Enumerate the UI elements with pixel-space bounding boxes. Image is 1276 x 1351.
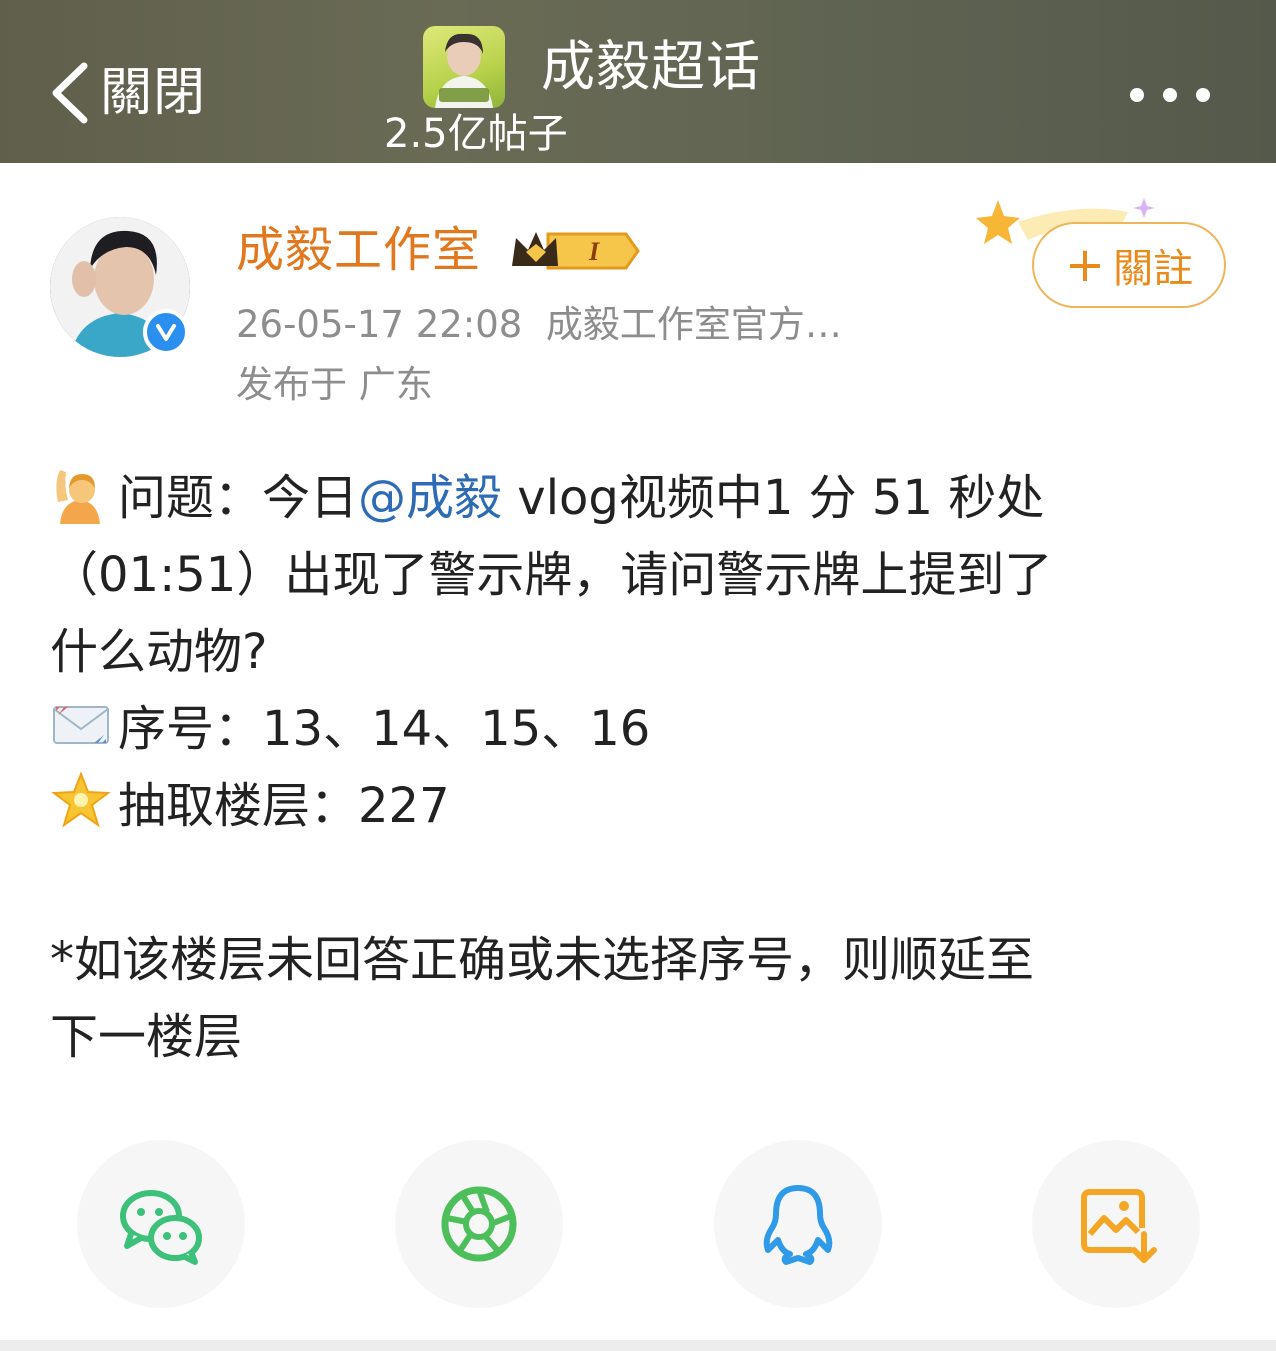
close-label: 關閉 [100,63,207,123]
numbers-text: 序号：13、14、15、16 [118,701,651,757]
save-image-button[interactable] [1032,1140,1200,1308]
post-time: 26-05-17 22:08 [236,303,523,346]
more-dots-icon [1130,88,1144,102]
post-body: 问题：今日@成毅 vlog视频中1 分 51 秒处 （01:51）出现了警示牌，… [50,460,1230,1076]
share-wechat-button[interactable] [77,1140,245,1308]
post-meta: 26-05-17 22:08 成毅工作室官方… [236,300,842,350]
moments-icon [441,1186,517,1262]
follow-button[interactable]: + 關註 [1032,222,1226,308]
topic-title: 成毅超话 [541,35,761,98]
verified-check-icon [143,309,189,355]
star-emoji [51,771,111,828]
crown-badge-icon: I [512,232,640,270]
post-line-floor: 抽取楼层：227 [50,768,1230,845]
post-line-note-2: 下一楼层 [50,1009,243,1065]
save-image-icon [1081,1189,1157,1263]
topic-cover-art [435,33,493,108]
share-qq-button[interactable] [714,1140,882,1308]
post-line-3: 什么动物? [50,624,268,680]
post-source: 成毅工作室官方… [545,303,842,346]
close-button[interactable]: 關閉 [44,58,206,128]
follow-label: 關註 [1113,246,1194,292]
envelope-emoji [53,706,109,744]
post-line-2: （01:51）出现了警示牌，请问警示牌上提到了 [50,547,1053,603]
wechat-icon [120,1190,202,1265]
question-suffix: vlog视频中1 分 51 秒处 [502,470,1045,526]
chevron-left-icon [52,62,88,124]
post-line-question: 问题：今日@成毅 vlog视频中1 分 51 秒处 [50,460,1230,537]
question-prefix: 问题：今日 [118,470,359,526]
top-bar: 關閉 成毅超话 2.5亿帖子 [0,0,1276,163]
more-options-button[interactable] [1130,80,1210,110]
plus-icon: + [1064,237,1106,293]
share-moments-button[interactable] [395,1140,563,1308]
more-dots-icon [1196,88,1210,102]
post-line-numbers: 序号：13、14、15、16 [50,691,1230,768]
topic-post-count: 2.5亿帖子 [384,111,568,157]
qq-icon [763,1185,833,1265]
post-line-note-1: *如该楼层未回答正确或未选择序号，则顺延至 [50,932,1035,988]
mention-link[interactable]: @成毅 [358,470,502,526]
post-location: 发布于 广东 [236,363,433,406]
post-line-blank [50,845,1230,922]
more-dots-icon [1163,88,1177,102]
raising-hand-emoji [56,470,100,524]
floor-text: 抽取楼层：227 [118,778,450,834]
topic-cover-image[interactable] [423,26,505,108]
svg-text:I: I [588,237,600,266]
author-name[interactable]: 成毅工作室 [236,220,481,280]
bottom-divider [0,1340,1276,1351]
